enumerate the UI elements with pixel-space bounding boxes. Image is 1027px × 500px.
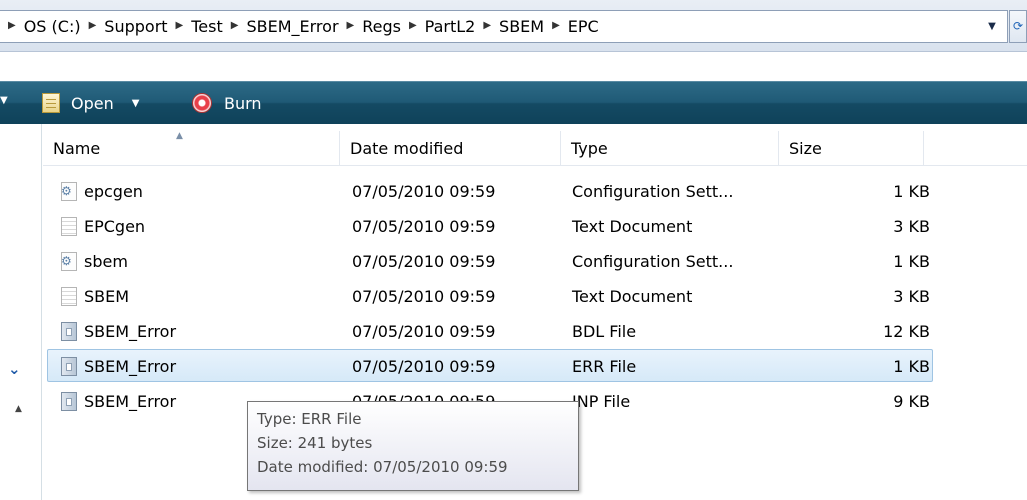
- breadcrumb-separator-icon[interactable]: ▶: [8, 20, 16, 31]
- config-file-icon: [61, 252, 77, 271]
- column-header-name[interactable]: ▲ Name: [43, 131, 340, 166]
- file-type: Text Document: [572, 287, 693, 306]
- generic-file-icon: [61, 322, 77, 341]
- tooltip-date-modified: Date modified: 07/05/2010 09:59: [257, 458, 508, 476]
- file-size: 3 KB: [893, 287, 930, 306]
- file-date-modified: 07/05/2010 09:59: [352, 252, 496, 271]
- breadcrumb-item-epc[interactable]: EPC: [568, 17, 599, 36]
- tooltip-size: Size: 241 bytes: [257, 434, 373, 452]
- burn-disc-icon: [192, 93, 212, 113]
- file-date-modified: 07/05/2010 09:59: [352, 287, 496, 306]
- burn-button[interactable]: Burn: [192, 82, 262, 125]
- open-document-icon: [42, 93, 60, 113]
- file-date-modified: 07/05/2010 09:59: [352, 357, 496, 376]
- file-type: Configuration Sett...: [572, 182, 734, 201]
- file-date-modified: 07/05/2010 09:59: [352, 322, 496, 341]
- burn-button-label: Burn: [224, 93, 262, 113]
- file-name: EPCgen: [84, 217, 146, 236]
- file-name: SBEM_Error: [84, 357, 177, 376]
- breadcrumb-separator-icon[interactable]: ▶: [231, 20, 239, 31]
- file-name: epcgen: [84, 182, 143, 201]
- file-size: 9 KB: [893, 392, 930, 411]
- config-file-icon: [61, 182, 77, 201]
- file-size: 1 KB: [893, 182, 930, 201]
- breadcrumb-separator-icon[interactable]: ▶: [552, 20, 560, 31]
- organize-dropdown-icon[interactable]: ▼: [0, 95, 8, 106]
- file-type: BDL File: [572, 322, 637, 341]
- sort-ascending-icon: ▲: [176, 131, 183, 141]
- address-history-dropdown-icon[interactable]: ▼: [983, 17, 1001, 37]
- text-file-icon: [61, 217, 77, 236]
- file-size: 3 KB: [893, 217, 930, 236]
- refresh-button-icon[interactable]: ⟳: [1009, 10, 1027, 43]
- breadcrumb-item-support[interactable]: Support: [104, 17, 167, 36]
- text-file-icon: [61, 287, 77, 306]
- tooltip-type: Type: ERR File: [257, 410, 362, 428]
- file-type: Configuration Sett...: [572, 252, 734, 271]
- file-info-tooltip: Type: ERR File Size: 241 bytes Date modi…: [247, 401, 579, 491]
- scroll-up-arrow-icon[interactable]: ▲: [15, 404, 22, 414]
- file-name: SBEM_Error: [84, 322, 177, 341]
- file-size: 1 KB: [893, 357, 930, 376]
- column-header-name-label: Name: [53, 139, 101, 158]
- column-header-type-label: Type: [571, 139, 608, 158]
- file-name: SBEM_Error: [84, 392, 177, 411]
- file-size: 1 KB: [893, 252, 930, 271]
- command-bar: ▼ Open ▼ Burn: [0, 81, 1027, 124]
- file-row[interactable]: SBEM_Error 07/05/2010 09:59 BDL File 12 …: [47, 314, 933, 347]
- file-name: sbem: [84, 252, 128, 271]
- column-header-row: ▲ Name Date modified Type Size: [43, 131, 1027, 166]
- breadcrumb-separator-icon[interactable]: ▶: [347, 20, 355, 31]
- breadcrumb-separator-icon[interactable]: ▶: [409, 20, 417, 31]
- breadcrumb-item-sbem[interactable]: SBEM: [499, 17, 544, 36]
- column-header-date-label: Date modified: [350, 139, 464, 158]
- breadcrumb-item-sbem-error[interactable]: SBEM_Error: [246, 17, 338, 36]
- file-type: INP File: [572, 392, 631, 411]
- open-dropdown-icon[interactable]: ▼: [132, 98, 140, 109]
- file-type: ERR File: [572, 357, 637, 376]
- column-header-size-label: Size: [789, 139, 822, 158]
- file-type: Text Document: [572, 217, 693, 236]
- breadcrumb-separator-icon[interactable]: ▶: [483, 20, 491, 31]
- breadcrumb[interactable]: ▶ OS (C:) ▶ Support ▶ Test ▶ SBEM_Error …: [0, 10, 1008, 43]
- file-row[interactable]: epcgen 07/05/2010 09:59 Configuration Se…: [47, 174, 933, 207]
- file-date-modified: 07/05/2010 09:59: [352, 182, 496, 201]
- generic-file-icon: [61, 357, 77, 376]
- file-size: 12 KB: [883, 322, 930, 341]
- column-header-size[interactable]: Size: [779, 131, 924, 166]
- address-bar: ▶ OS (C:) ▶ Support ▶ Test ▶ SBEM_Error …: [0, 0, 1027, 52]
- file-row[interactable]: sbem 07/05/2010 09:59 Configuration Sett…: [47, 244, 933, 277]
- chevron-down-icon[interactable]: ⌄: [8, 360, 21, 378]
- file-date-modified: 07/05/2010 09:59: [352, 217, 496, 236]
- file-row-selected[interactable]: SBEM_Error 07/05/2010 09:59 ERR File 1 K…: [47, 349, 933, 382]
- navigation-pane[interactable]: ⌄ ▲: [0, 124, 42, 500]
- breadcrumb-item-partl2[interactable]: PartL2: [425, 17, 476, 36]
- column-header-date-modified[interactable]: Date modified: [340, 131, 561, 166]
- file-row[interactable]: EPCgen 07/05/2010 09:59 Text Document 3 …: [47, 209, 933, 242]
- breadcrumb-item-regs[interactable]: Regs: [362, 17, 401, 36]
- generic-file-icon: [61, 392, 77, 411]
- breadcrumb-separator-icon[interactable]: ▶: [89, 20, 97, 31]
- breadcrumb-item-drive[interactable]: OS (C:): [24, 17, 81, 36]
- file-name: SBEM: [84, 287, 130, 306]
- breadcrumb-item-test[interactable]: Test: [191, 17, 223, 36]
- column-header-type[interactable]: Type: [561, 131, 779, 166]
- open-button-label: Open: [71, 93, 114, 113]
- breadcrumb-separator-icon[interactable]: ▶: [176, 20, 184, 31]
- open-button[interactable]: Open ▼: [42, 82, 139, 125]
- file-row[interactable]: SBEM 07/05/2010 09:59 Text Document 3 KB: [47, 279, 933, 312]
